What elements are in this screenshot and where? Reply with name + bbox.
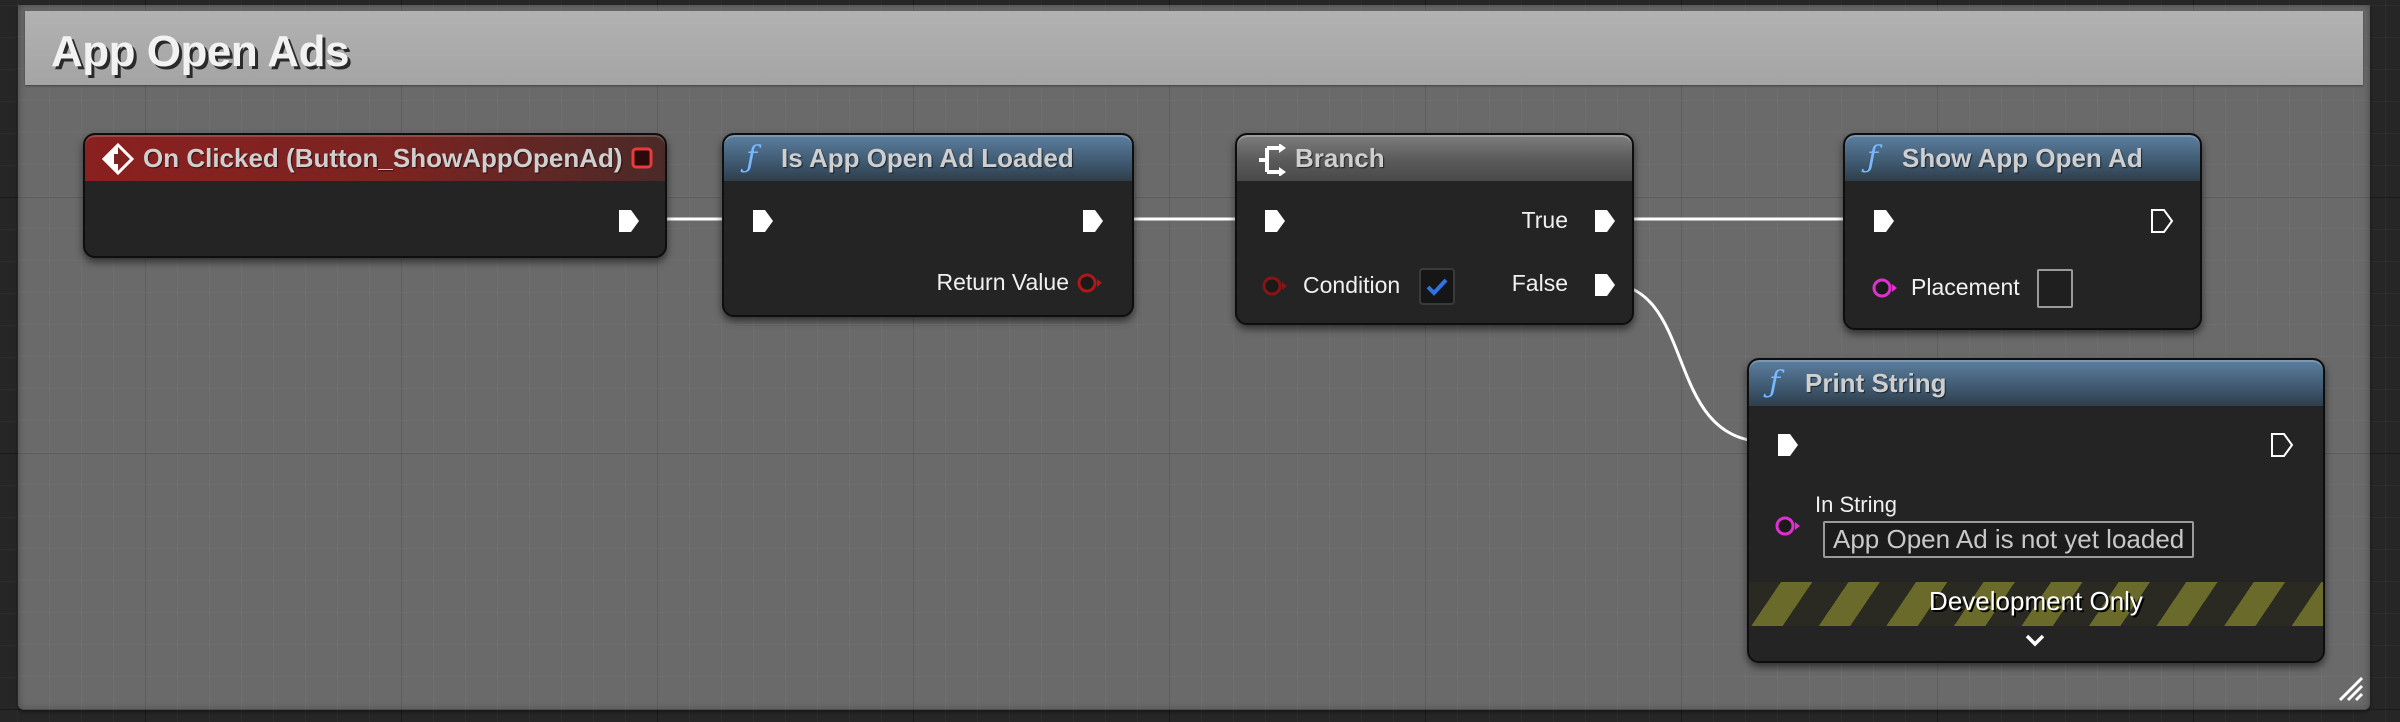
placement-input[interactable] [2037, 269, 2073, 308]
resize-handle-icon[interactable] [2336, 674, 2364, 702]
in-string-pin[interactable] [1774, 514, 1802, 538]
development-only-band: Development Only [1749, 582, 2323, 626]
false-exec-pin[interactable] [1593, 272, 1617, 298]
exec-in-pin[interactable] [1263, 208, 1287, 234]
false-label: False [1511, 270, 1568, 296]
comment-title-bar[interactable]: App Open Ads [25, 11, 2363, 85]
exec-in-pin[interactable] [751, 208, 775, 234]
exec-out-pin[interactable] [1081, 208, 1105, 234]
exec-out-pin[interactable] [2150, 208, 2174, 234]
node-print-string[interactable]: ƒ Print String In String App Open Ad is … [1747, 358, 2325, 663]
placement-label: Placement [1911, 274, 2020, 300]
node-title: Branch [1295, 143, 1385, 173]
checkmark-icon [1426, 278, 1448, 296]
node-branch[interactable]: Branch True Condition False [1235, 133, 1634, 325]
node-title: Show App Open Ad [1902, 143, 2143, 173]
in-string-label: In String [1815, 492, 1897, 517]
return-value-label: Return Value [936, 269, 1069, 295]
exec-out-pin[interactable] [617, 208, 641, 234]
development-only-label: Development Only [1929, 586, 2143, 616]
in-string-input[interactable]: App Open Ad is not yet loaded [1823, 521, 2195, 558]
node-on-clicked[interactable]: On Clicked (Button_ShowAppOpenAd) [83, 133, 667, 258]
node-is-app-open-ad-loaded[interactable]: ƒ Is App Open Ad Loaded Return Value [722, 133, 1134, 317]
condition-pin[interactable] [1261, 274, 1289, 298]
exec-out-pin[interactable] [2270, 432, 2294, 458]
node-show-app-open-ad[interactable]: ƒ Show App Open Ad Placement [1843, 133, 2202, 330]
comment-title: App Open Ads [51, 27, 349, 76]
exec-in-pin[interactable] [1872, 208, 1896, 234]
return-value-pin[interactable] [1076, 271, 1104, 295]
condition-label: Condition [1303, 272, 1401, 298]
exec-in-pin[interactable] [1776, 432, 1800, 458]
function-icon: ƒ [1769, 365, 1781, 400]
node-header: ƒ Is App Open Ad Loaded [724, 135, 1132, 181]
function-icon: ƒ [1867, 140, 1879, 175]
placement-pin[interactable] [1871, 276, 1899, 300]
node-header: ƒ Print String [1749, 360, 2323, 406]
branch-icon [1259, 144, 1286, 176]
chevron-down-icon[interactable] [2024, 632, 2046, 648]
true-label: True [1521, 207, 1568, 233]
condition-checkbox[interactable] [1419, 268, 1455, 305]
true-exec-pin[interactable] [1593, 208, 1617, 234]
node-header: ƒ Show App Open Ad [1845, 135, 2200, 181]
node-title: Is App Open Ad Loaded [781, 143, 1074, 173]
event-diamond-icon [102, 143, 134, 175]
node-header: On Clicked (Button_ShowAppOpenAd) [85, 135, 665, 181]
node-title: On Clicked (Button_ShowAppOpenAd) [143, 143, 623, 173]
function-icon: ƒ [746, 140, 758, 175]
node-header: Branch [1237, 135, 1632, 181]
delegate-pin[interactable] [631, 147, 653, 169]
node-title: Print String [1805, 368, 1947, 398]
